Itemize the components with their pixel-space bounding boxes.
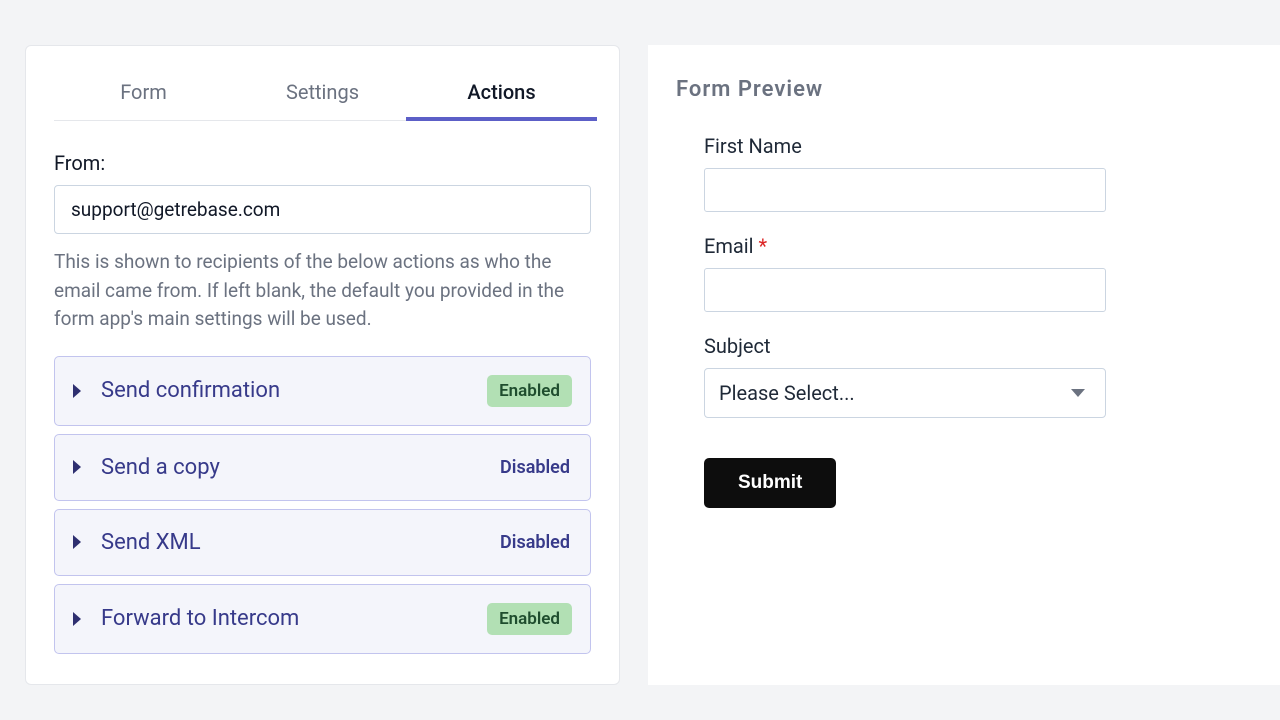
first-name-input[interactable]: [704, 168, 1106, 212]
caret-right-icon: [73, 460, 81, 474]
preview-form: First Name Email * Subject Please Select…: [676, 102, 1106, 508]
form-preview-panel: Form Preview First Name Email * Subject …: [648, 45, 1280, 685]
action-send-confirmation[interactable]: Send confirmation Enabled: [54, 356, 591, 426]
status-badge: Enabled: [487, 375, 572, 407]
from-input[interactable]: [54, 185, 591, 234]
caret-right-icon: [73, 535, 81, 549]
required-indicator: *: [758, 234, 767, 258]
action-send-a-copy[interactable]: Send a copy Disabled: [54, 434, 591, 501]
email-label: Email *: [704, 234, 1106, 258]
first-name-label: First Name: [704, 134, 1106, 158]
email-input[interactable]: [704, 268, 1106, 312]
from-help-text: This is shown to recipients of the below…: [54, 248, 591, 334]
action-title: Forward to Intercom: [101, 606, 487, 631]
subject-select[interactable]: Please Select...: [704, 368, 1106, 418]
tab-form[interactable]: Form: [54, 70, 233, 120]
tab-bar: Form Settings Actions: [54, 70, 591, 121]
subject-label: Subject: [704, 334, 1106, 358]
caret-right-icon: [73, 612, 81, 626]
preview-heading: Form Preview: [676, 77, 1252, 102]
status-badge: Disabled: [498, 528, 572, 557]
action-title: Send confirmation: [101, 378, 487, 403]
from-label: From:: [54, 151, 591, 175]
status-badge: Disabled: [498, 453, 572, 482]
status-badge: Enabled: [487, 603, 572, 635]
submit-button[interactable]: Submit: [704, 458, 836, 508]
subject-select-value: Please Select...: [719, 381, 855, 405]
action-send-xml[interactable]: Send XML Disabled: [54, 509, 591, 576]
action-forward-to-intercom[interactable]: Forward to Intercom Enabled: [54, 584, 591, 654]
action-title: Send XML: [101, 530, 498, 555]
action-title: Send a copy: [101, 455, 498, 480]
tab-actions[interactable]: Actions: [412, 70, 591, 120]
tab-settings[interactable]: Settings: [233, 70, 412, 120]
chevron-down-icon: [1071, 389, 1085, 397]
actions-panel: Form Settings Actions From: This is show…: [25, 45, 620, 685]
actions-list: Send confirmation Enabled Send a copy Di…: [54, 356, 591, 654]
caret-right-icon: [73, 384, 81, 398]
